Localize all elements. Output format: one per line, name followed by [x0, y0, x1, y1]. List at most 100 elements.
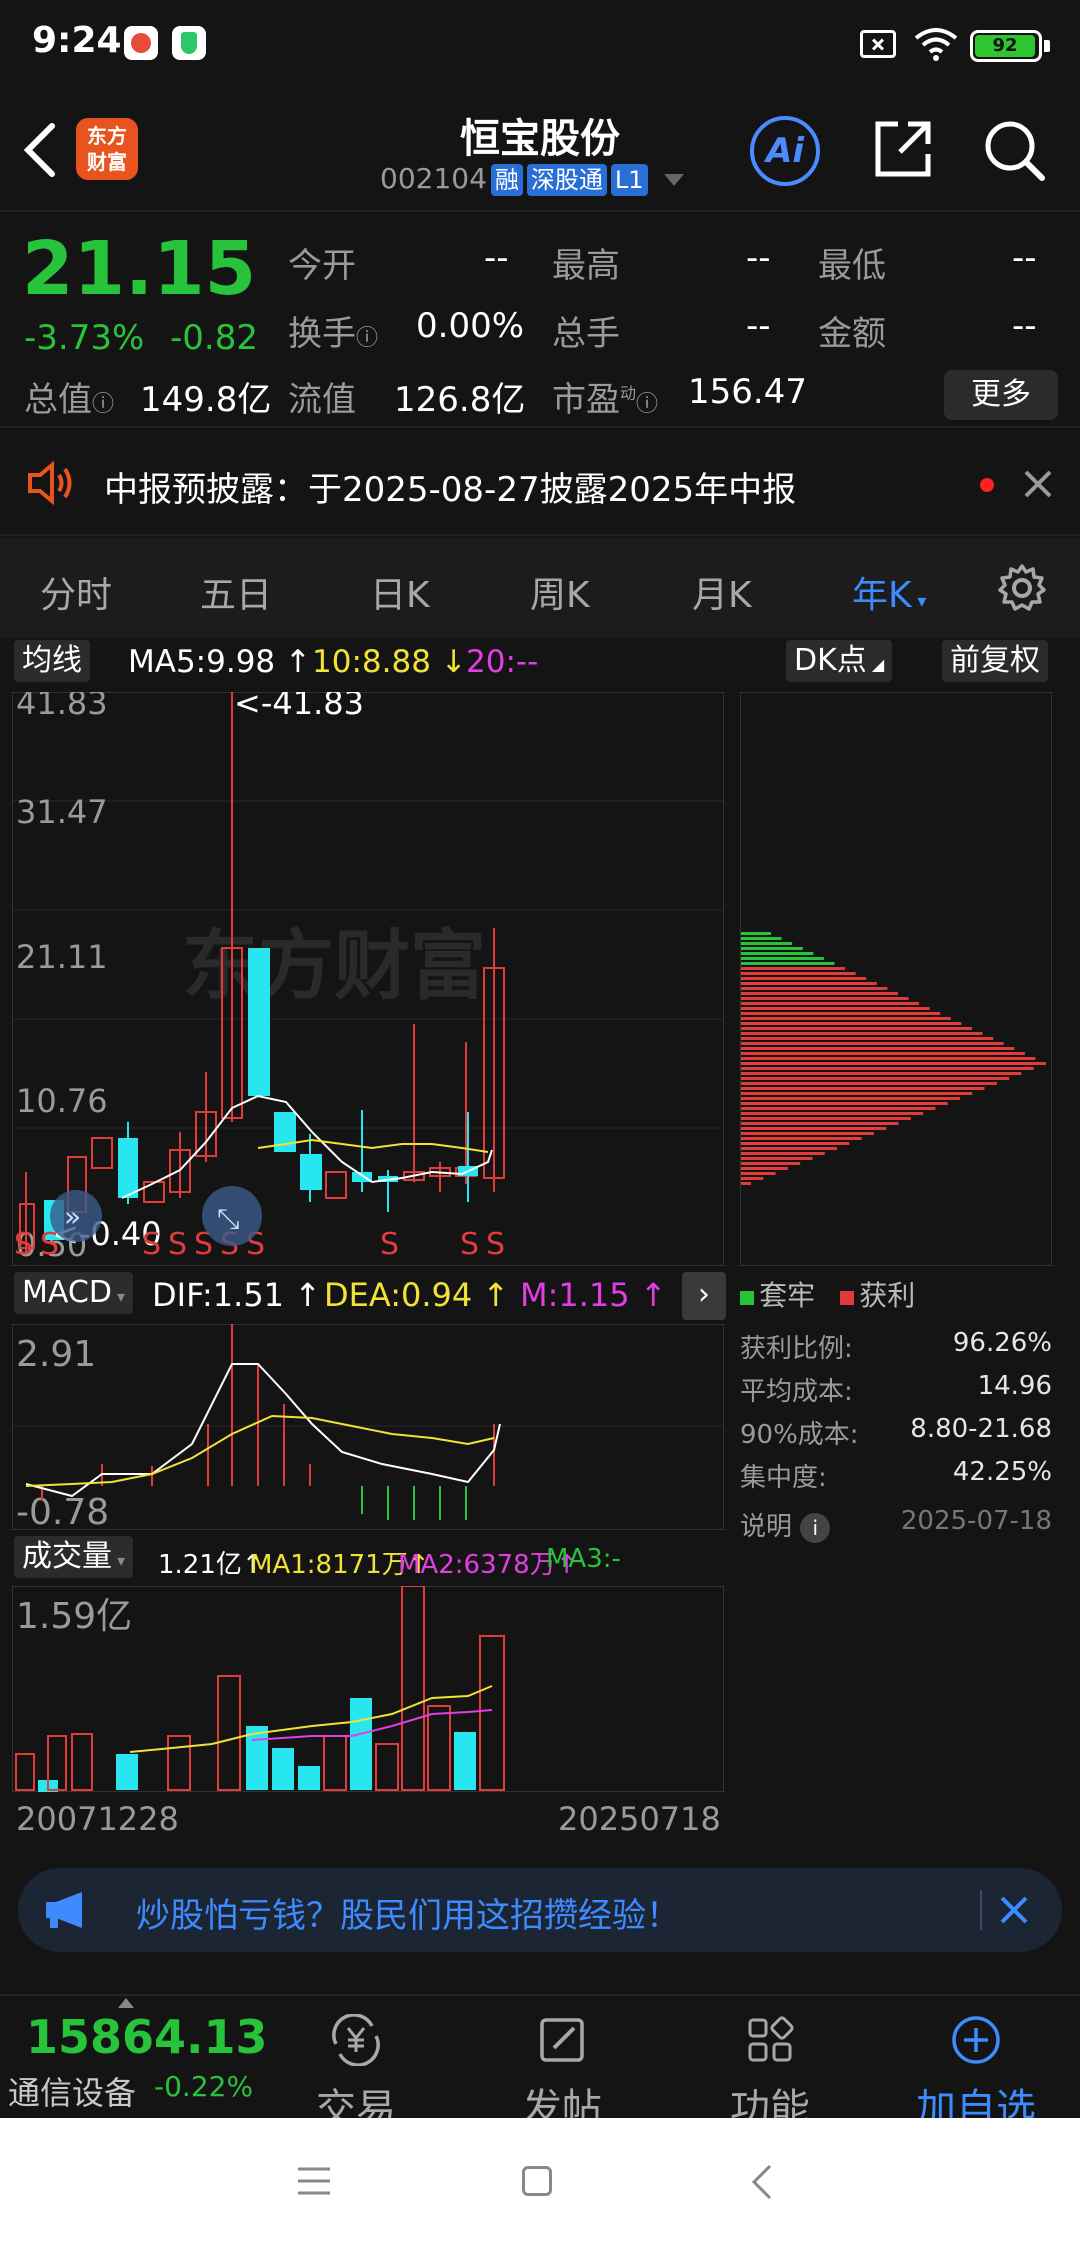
change-percent: -3.73%	[24, 318, 145, 358]
ad-banner[interactable]: 炒股怕亏钱？股民们用这招攒经验！	[18, 1868, 1062, 1952]
chip-bar	[741, 1027, 972, 1030]
nav-features[interactable]: 功能	[700, 2014, 840, 2134]
macd-chip[interactable]: MACD ▾	[14, 1272, 134, 1314]
volume-chart[interactable]: 1.59亿	[12, 1586, 724, 1792]
nav-trade[interactable]: 交易	[286, 2013, 426, 2134]
ad-close-icon[interactable]	[998, 1894, 1030, 1930]
chip-bar	[741, 1147, 838, 1150]
macd-chart[interactable]: 2.91 -0.78	[12, 1324, 724, 1530]
notice-bar[interactable]: 中报预披露：于2025-08-27披露2025年中报	[0, 430, 1080, 536]
chip-bar	[741, 1112, 924, 1115]
volume-bar	[375, 1743, 399, 1791]
index-change: -0.22%	[154, 2070, 254, 2103]
candle	[248, 948, 270, 1096]
tab-five-day[interactable]: 五日	[200, 566, 272, 618]
pe-label[interactable]: 市盈动ⓘ	[552, 372, 658, 421]
dropdown-icon[interactable]	[664, 174, 685, 186]
chip-stat-row: 集中度: 42.25%	[740, 1457, 1052, 1500]
info-icon[interactable]: i	[800, 1513, 831, 1543]
chip-bar	[741, 942, 793, 945]
mktcap-label[interactable]: 总值ⓘ	[24, 372, 114, 421]
home-icon[interactable]	[522, 2166, 552, 2196]
chip-stat-label: 集中度:	[740, 1463, 827, 1493]
volume-bar	[298, 1766, 320, 1790]
next-indicator-icon[interactable]: ›	[682, 1272, 726, 1320]
volume-ma1-line	[129, 1685, 493, 1753]
search-icon[interactable]	[982, 118, 1046, 186]
change-value: -0.82	[170, 318, 258, 358]
menu-icon[interactable]	[296, 2166, 332, 2200]
y-label-4: 10.76	[16, 1082, 108, 1120]
kline-chart[interactable]: 东方财富 41.83 31.47 21.11 10.76 0.50 <-41.8…	[12, 692, 724, 1266]
tab-year-k[interactable]: 年K ▾	[852, 566, 926, 618]
chip-legend: 套牢 获利	[740, 1274, 1070, 1314]
chip-distribution-chart[interactable]	[740, 692, 1052, 1266]
ma20-value: 20:--	[466, 644, 539, 680]
ad-text: 炒股怕亏钱？股民们用这招攒经验！	[136, 1896, 680, 1936]
nav-post[interactable]: 发帖	[492, 2014, 632, 2134]
dk-point-chip[interactable]: DK点 ◢	[786, 640, 893, 682]
tab-month-k[interactable]: 月K	[692, 566, 752, 618]
pe-value: 156.47	[688, 372, 807, 412]
volume-ma3: MA3:-	[546, 1544, 621, 1574]
close-icon[interactable]	[1022, 468, 1054, 504]
candle	[91, 1137, 113, 1169]
settings-gear-icon[interactable]	[996, 562, 1048, 618]
chip-bar	[741, 1037, 994, 1040]
volume-bar	[427, 1705, 451, 1791]
open-value: --	[484, 238, 509, 278]
chip-stat-value: 42.25%	[952, 1457, 1052, 1487]
stock-code-row[interactable]: 002104 融深股通 L1	[380, 162, 685, 196]
low-value: --	[1012, 238, 1037, 278]
y-label-1: 41.83	[16, 692, 108, 722]
sell-marker: S	[486, 1227, 505, 1262]
x-axis-end: 20250718	[558, 1800, 721, 1838]
ma5-value: MA5:9.98 ↑	[128, 644, 311, 680]
expand-up-icon[interactable]	[118, 1998, 134, 2008]
sell-marker: S	[460, 1227, 479, 1262]
edit-icon	[540, 2018, 584, 2062]
chip-bar	[741, 972, 856, 975]
high-value: --	[746, 238, 771, 278]
indicator-chip[interactable]: 均线	[14, 640, 90, 682]
candle	[300, 1154, 322, 1190]
nav-add-watchlist[interactable]: 加自选	[906, 2014, 1046, 2134]
ai-button[interactable]: Ai	[750, 116, 820, 186]
volume-label: 总手	[552, 314, 620, 354]
adjust-chip[interactable]: 前复权	[942, 640, 1048, 682]
tab-week-k[interactable]: 周K	[530, 566, 590, 618]
amount-label: 金额	[818, 314, 886, 354]
more-button[interactable]: 更多	[944, 370, 1058, 420]
chip-bar	[741, 1077, 1010, 1080]
chip-note[interactable]: 说明 i	[740, 1506, 831, 1562]
y-label-3: 21.11	[16, 938, 108, 976]
turnover-label[interactable]: 换手ⓘ	[288, 306, 378, 355]
chip-stat-row: 90%成本: 8.80-21.68	[740, 1414, 1052, 1457]
max-marker: <-41.83	[234, 692, 364, 722]
turnover-value: 0.00%	[416, 306, 525, 346]
chip-stat-label: 平均成本:	[740, 1377, 853, 1407]
volume-bar	[15, 1753, 35, 1791]
volume-chip[interactable]: 成交量 ▾	[14, 1536, 134, 1578]
share-icon[interactable]	[872, 118, 934, 184]
notice-text: 中报预披露：于2025-08-27披露2025年中报	[104, 470, 797, 510]
app-notification-icon	[124, 26, 158, 60]
add-circle-icon	[952, 2016, 1000, 2064]
period-tabs: 分时 五日 日K 周K 月K 年K ▾	[0, 538, 1080, 638]
trapped-label: 套牢	[759, 1279, 816, 1312]
sim-off-icon	[860, 30, 896, 58]
back-nav-icon[interactable]	[750, 2164, 774, 2204]
candle	[325, 1171, 347, 1199]
chip-bar	[741, 1122, 899, 1125]
index-value[interactable]: 15864.13	[26, 2010, 268, 2064]
chip-bar	[741, 1012, 941, 1015]
battery-level: 92	[975, 35, 1035, 57]
x-axis-start: 20071228	[16, 1800, 179, 1838]
tab-day-k[interactable]: 日K	[370, 566, 430, 618]
tab-minute[interactable]: 分时	[40, 566, 112, 618]
trapped-swatch	[740, 1291, 754, 1305]
volume-bar	[272, 1748, 294, 1790]
grid-icon	[748, 2016, 794, 2062]
volume-bar: 成交量 ▾ 1.21亿↑ MA1:8171万↑ MA2:6378万↑ MA3:-	[14, 1536, 726, 1582]
volume-bar	[116, 1754, 138, 1790]
